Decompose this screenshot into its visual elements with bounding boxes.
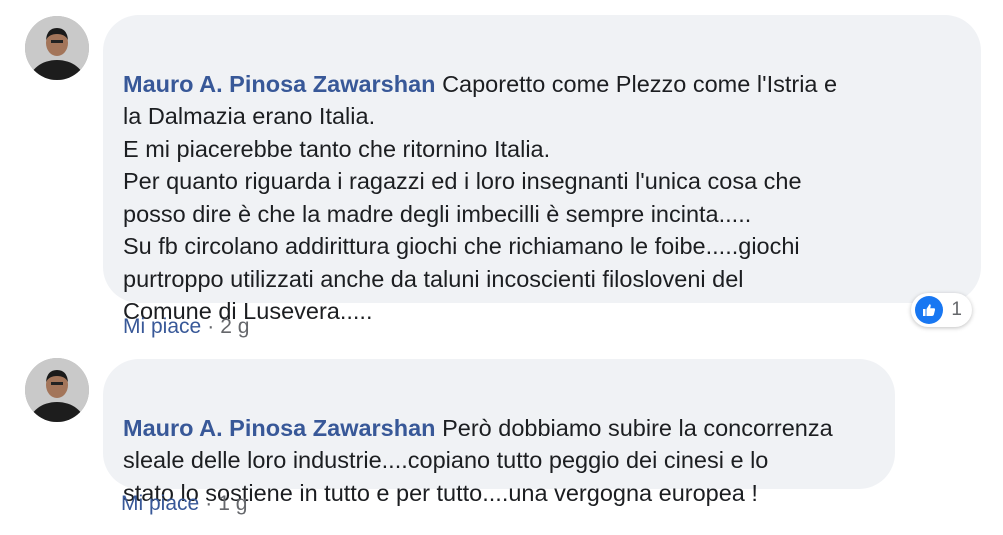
comment-bubble: Mauro A. Pinosa Zawarshan Però dobbiamo … [103, 359, 895, 506]
comment-timestamp[interactable]: 2 g [220, 315, 249, 338]
profile-photo-icon [25, 16, 89, 80]
reaction-count: 1 [951, 299, 962, 320]
avatar[interactable] [25, 16, 89, 80]
separator: · [207, 315, 215, 338]
comment-text: Caporetto come Plezzo come l'Istria e la… [123, 70, 838, 325]
comment-author[interactable]: Mauro A. Pinosa Zawarshan [123, 71, 436, 97]
profile-photo-icon [25, 358, 89, 422]
separator: · [205, 492, 213, 515]
comment: Mauro A. Pinosa Zawarshan Caporetto come… [0, 0, 1003, 350]
comment-timestamp[interactable]: 1 g [218, 492, 247, 515]
comment-actions: Mi piace · 1 g [121, 492, 247, 516]
comment: Mauro A. Pinosa Zawarshan Però dobbiamo … [0, 350, 1003, 535]
avatar[interactable] [25, 358, 89, 422]
reaction-summary[interactable]: 1 [911, 293, 972, 327]
thumbs-up-icon [915, 296, 944, 324]
comment-bubble: Mauro A. Pinosa Zawarshan Caporetto come… [103, 15, 981, 324]
like-link[interactable]: Mi piace [123, 315, 201, 338]
comment-actions: Mi piace · 2 g [123, 315, 249, 339]
like-link[interactable]: Mi piace [121, 492, 199, 515]
comment-author[interactable]: Mauro A. Pinosa Zawarshan [123, 415, 436, 441]
